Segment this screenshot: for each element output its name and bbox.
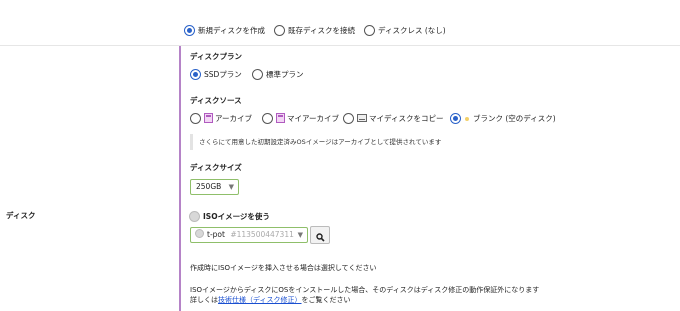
radio-source-my-archive-label: マイアーカイブ [287, 114, 340, 123]
my-archive-icon [276, 113, 285, 123]
iso-note-select: 作成時にISOイメージを挿入させる場合は選択してください [190, 264, 377, 272]
radio-source-blank[interactable] [450, 113, 461, 124]
radio-source-copy-disk[interactable] [343, 113, 354, 124]
size-select-value: 250GB [196, 182, 222, 191]
chevron-down-icon: ▼ [297, 231, 303, 239]
radio-existing-disk[interactable] [274, 25, 285, 36]
blank-dot-icon [465, 117, 469, 121]
radio-source-archive-label: アーカイブ [215, 114, 253, 123]
iso-checkbox[interactable] [189, 211, 200, 222]
iso-search-button[interactable] [310, 226, 330, 244]
radio-new-disk[interactable] [184, 25, 195, 36]
iso-select-name: t-pot [207, 230, 225, 239]
tech-spec-link[interactable]: 技術仕様（ディスク修正） [218, 296, 302, 304]
source-heading: ディスクソース [190, 96, 242, 105]
radio-existing-disk-label: 既存ディスクを接続 [288, 26, 355, 35]
source-info-text: さくらにて用意した初期設定済みOSイメージはアーカイブとして提供されています [199, 138, 442, 146]
search-icon [315, 233, 325, 242]
iso-select-disc-icon [195, 229, 204, 238]
radio-source-blank-label: ブランク (空のディスク) [473, 114, 556, 123]
size-heading: ディスクサイズ [190, 163, 242, 172]
section-label-disk: ディスク [6, 211, 36, 220]
radio-diskless[interactable] [364, 25, 375, 36]
radio-ssd-plan-label: SSDプラン [204, 70, 242, 79]
radio-diskless-label: ディスクレス (なし) [378, 26, 446, 35]
iso-select-id: #113500447311 [230, 230, 294, 239]
radio-standard-plan-label: 標準プラン [266, 70, 304, 79]
radio-source-my-archive[interactable] [262, 113, 273, 124]
source-info-box: さくらにて用意した初期設定済みOSイメージはアーカイブとして提供されています [190, 134, 569, 150]
archive-icon [204, 113, 213, 123]
iso-checkbox-label: ISOイメージを使う [203, 212, 270, 221]
radio-source-copy-disk-label: マイディスクをコピー [369, 114, 444, 123]
plan-heading: ディスクプラン [190, 52, 242, 61]
size-select[interactable]: 250GB ▼ [190, 179, 239, 195]
radio-ssd-plan[interactable] [190, 69, 201, 80]
iso-note-details: 詳しくは技術仕様（ディスク修正）をご覧ください [190, 295, 351, 305]
section-divider [179, 46, 181, 311]
radio-source-archive[interactable] [190, 113, 201, 124]
radio-standard-plan[interactable] [252, 69, 263, 80]
chevron-down-icon: ▼ [228, 183, 234, 191]
iso-note-details-suffix: をご覧ください [301, 296, 351, 304]
radio-new-disk-label: 新規ディスクを作成 [198, 26, 265, 35]
iso-note-details-prefix: 詳しくは [190, 296, 218, 304]
iso-select[interactable]: t-pot #113500447311 ▼ [190, 227, 308, 243]
top-rule [0, 45, 680, 46]
disk-icon [357, 114, 367, 122]
iso-note-warranty: ISOイメージからディスクにOSをインストールした場合、そのディスクはディスク修… [190, 286, 540, 294]
